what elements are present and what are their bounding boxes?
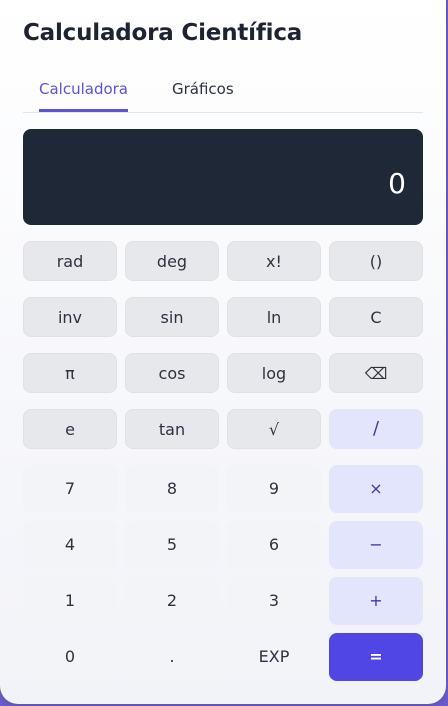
decimal-point-button[interactable]: .: [125, 633, 219, 681]
multiply-button[interactable]: ×: [329, 465, 423, 513]
digit-3-button[interactable]: 3: [227, 577, 321, 625]
digit-6-button[interactable]: 6: [227, 521, 321, 569]
digit-5-button[interactable]: 5: [125, 521, 219, 569]
digit-1-button[interactable]: 1: [23, 577, 117, 625]
digit-0-button[interactable]: 0: [23, 633, 117, 681]
add-button[interactable]: +: [329, 577, 423, 625]
page-title: Calculadora Científica: [23, 20, 303, 46]
tab-bar: Calculadora Gráficos: [23, 70, 423, 113]
divide-button[interactable]: /: [329, 409, 423, 449]
pi-button[interactable]: π: [23, 353, 117, 393]
calculator-display: 0: [23, 129, 423, 225]
display-value: 0: [388, 167, 406, 200]
factorial-button[interactable]: x!: [227, 241, 321, 281]
tab-calculadora[interactable]: Calculadora: [39, 70, 129, 112]
tab-graficos[interactable]: Gráficos: [172, 70, 234, 110]
parentheses-button[interactable]: (): [329, 241, 423, 281]
backspace-button[interactable]: ⌫: [329, 353, 423, 393]
sqrt-button[interactable]: √: [227, 409, 321, 449]
digit-8-button[interactable]: 8: [125, 465, 219, 513]
equals-button[interactable]: =: [329, 633, 423, 681]
euler-button[interactable]: e: [23, 409, 117, 449]
digit-7-button[interactable]: 7: [23, 465, 117, 513]
clear-button[interactable]: C: [329, 297, 423, 337]
digit-4-button[interactable]: 4: [23, 521, 117, 569]
rad-button[interactable]: rad: [23, 241, 117, 281]
deg-button[interactable]: deg: [125, 241, 219, 281]
ln-button[interactable]: ln: [227, 297, 321, 337]
subtract-button[interactable]: −: [329, 521, 423, 569]
tan-button[interactable]: tan: [125, 409, 219, 449]
exp-button[interactable]: EXP: [227, 633, 321, 681]
cos-button[interactable]: cos: [125, 353, 219, 393]
log-button[interactable]: log: [227, 353, 321, 393]
sin-button[interactable]: sin: [125, 297, 219, 337]
calculator-card: Calculadora Científica Calculadora Gráfi…: [0, 0, 446, 704]
digit-2-button[interactable]: 2: [125, 577, 219, 625]
digit-9-button[interactable]: 9: [227, 465, 321, 513]
inv-button[interactable]: inv: [23, 297, 117, 337]
